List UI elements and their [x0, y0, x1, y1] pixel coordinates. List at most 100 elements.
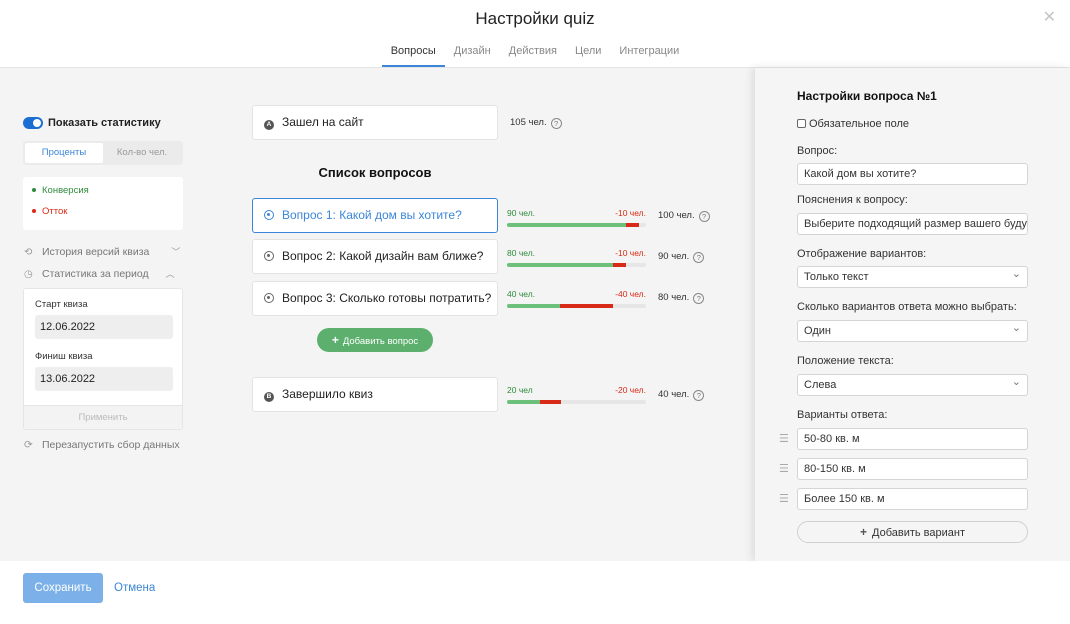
variant-input-3[interactable]: Более 150 кв. м — [797, 488, 1028, 510]
end-outflow: -20 чел. — [615, 385, 646, 395]
question-2-bar — [507, 263, 646, 267]
questions-list-title: Список вопросов — [318, 165, 432, 180]
drag-handle-icon[interactable]: ☰ — [779, 492, 789, 505]
tab-integrations[interactable]: Интеграции — [610, 44, 688, 67]
display-select[interactable]: Только текст — [797, 266, 1028, 288]
question-2-count: 90 чел.? — [658, 251, 705, 263]
plus-icon: + — [331, 333, 339, 347]
end-label: Финиш квиза — [35, 351, 93, 362]
display-label: Отображение вариантов: — [797, 248, 927, 260]
start-count: 105 чел.? — [510, 117, 562, 129]
drag-handle-icon[interactable]: ☰ — [779, 462, 789, 475]
letter-b-icon: B — [264, 392, 274, 402]
question-2-outflow: -10 чел. — [615, 248, 646, 258]
hint-label: Пояснения к вопросу: — [797, 194, 908, 206]
position-label: Положение текста: — [797, 355, 894, 367]
end-conversion: 20 чел — [507, 385, 533, 395]
question-card-2[interactable]: Вопрос 2: Какой дизайн вам ближе? — [252, 239, 498, 274]
required-label: Обязательное поле — [809, 118, 910, 130]
save-button[interactable]: Сохранить — [23, 573, 103, 603]
position-select-value: Слева — [804, 379, 837, 391]
question-2-conversion: 80 чел. — [507, 248, 536, 258]
required-checkbox[interactable]: Обязательное поле — [797, 118, 909, 130]
tab-design[interactable]: Дизайн — [445, 44, 500, 67]
question-3-count: 80 чел.? — [658, 292, 705, 304]
question-card-1[interactable]: Вопрос 1: Какой дом вы хотите? — [252, 198, 498, 233]
start-date-field[interactable]: 12.06.2022 — [35, 315, 173, 339]
display-select-value: Только текст — [804, 271, 869, 283]
question-2-stats: 80 чел. -10 чел. — [507, 248, 646, 276]
question-1-bar-conversion — [507, 223, 627, 227]
legend-outflow: Отток — [32, 206, 183, 227]
history-link-label: История версий квиза — [42, 246, 150, 258]
radio-icon — [264, 251, 274, 261]
add-variant-button[interactable]: + Добавить вариант — [797, 521, 1028, 543]
help-icon[interactable]: ? — [698, 211, 710, 222]
start-label: Старт квиза — [35, 299, 88, 310]
checkbox-icon — [797, 119, 806, 128]
hint-input[interactable]: Выберите подходящий размер вашего будуще… — [797, 213, 1028, 235]
count-select-value: Один — [804, 325, 831, 337]
legend-conversion: Конверсия — [32, 185, 183, 206]
funnel-end-card[interactable]: B Завершило квиз — [252, 377, 498, 412]
chevron-down-icon: ﹀ — [171, 247, 181, 257]
help-icon[interactable]: ? — [693, 390, 705, 401]
question-1-outflow: -10 чел. — [615, 208, 646, 218]
funnel-start-label: Зашел на сайт — [282, 115, 364, 129]
tab-questions[interactable]: Вопросы — [381, 44, 445, 67]
count-select[interactable]: Один — [797, 320, 1028, 342]
end-count-value: 40 чел. — [658, 389, 690, 400]
add-question-label: Добавить вопрос — [342, 336, 419, 347]
question-label: Вопрос: — [797, 145, 838, 157]
question-input[interactable]: Какой дом вы хотите? — [797, 163, 1028, 185]
question-3-count-value: 80 чел. — [658, 292, 690, 303]
restart-label: Перезапустить сбор данных — [42, 439, 180, 451]
close-icon[interactable]: ✕ — [1043, 10, 1056, 26]
question-2-bar-conversion — [507, 263, 613, 267]
history-icon: ⟲ — [24, 247, 33, 258]
radio-icon — [264, 210, 274, 220]
help-icon[interactable]: ? — [550, 118, 562, 129]
legend-outflow-label: Отток — [42, 206, 68, 217]
add-question-button[interactable]: + Добавить вопрос — [317, 328, 433, 352]
funnel-end-label: Завершило квиз — [282, 387, 373, 401]
cancel-button[interactable]: Отмена — [114, 582, 155, 594]
end-date-field[interactable]: 13.06.2022 — [35, 367, 173, 391]
mode-percent-tab[interactable]: Проценты — [25, 143, 103, 163]
refresh-icon: ⟳ — [24, 439, 33, 451]
help-icon[interactable]: ? — [693, 293, 705, 304]
funnel-start-card[interactable]: A Зашел на сайт — [252, 105, 498, 140]
tab-goals[interactable]: Цели — [566, 44, 610, 67]
variants-label: Варианты ответа: — [797, 409, 888, 421]
question-settings-title: Настройки вопроса №1 — [797, 89, 937, 103]
help-icon[interactable]: ? — [693, 252, 705, 263]
clock-icon: ◷ — [24, 269, 33, 280]
mode-count-tab[interactable]: Кол-во чел. — [103, 143, 181, 163]
variant-input-2[interactable]: 80-150 кв. м — [797, 458, 1028, 480]
end-bar — [507, 400, 646, 404]
apply-button[interactable]: Применить — [24, 405, 182, 429]
position-select[interactable]: Слева — [797, 374, 1028, 396]
drag-handle-icon[interactable]: ☰ — [779, 432, 789, 445]
show-stats-toggle[interactable] — [23, 117, 43, 129]
outflow-dot-icon — [32, 209, 36, 214]
variant-input-1[interactable]: 50-80 кв. м — [797, 428, 1028, 450]
chevron-up-icon: ︿ — [165, 269, 175, 279]
question-3-stats: 40 чел. -40 чел. — [507, 289, 646, 317]
question-1-bar — [507, 223, 646, 227]
history-link[interactable]: ⟲ История версий квиза ﹀ — [24, 245, 180, 258]
tab-actions[interactable]: Действия — [500, 44, 566, 67]
letter-a-icon: A — [264, 120, 274, 130]
restart-link[interactable]: ⟳ Перезапустить сбор данных — [24, 439, 180, 451]
radio-icon — [264, 293, 274, 303]
plus-icon: + — [859, 525, 867, 539]
period-link-label: Статистика за период — [42, 268, 149, 280]
end-bar-outflow — [540, 400, 562, 404]
count-label: Сколько вариантов ответа можно выбрать: — [797, 301, 1017, 313]
question-card-3[interactable]: Вопрос 3: Сколько готовы потратить? — [252, 281, 498, 316]
question-3-bar-conversion — [507, 304, 560, 308]
question-1-label: Вопрос 1: Какой дом вы хотите? — [282, 208, 462, 222]
period-panel: Старт квиза 12.06.2022 Финиш квиза 13.06… — [23, 288, 183, 430]
period-link[interactable]: ◷ Статистика за период ︿ — [24, 267, 175, 280]
question-3-conversion: 40 чел. — [507, 289, 536, 299]
